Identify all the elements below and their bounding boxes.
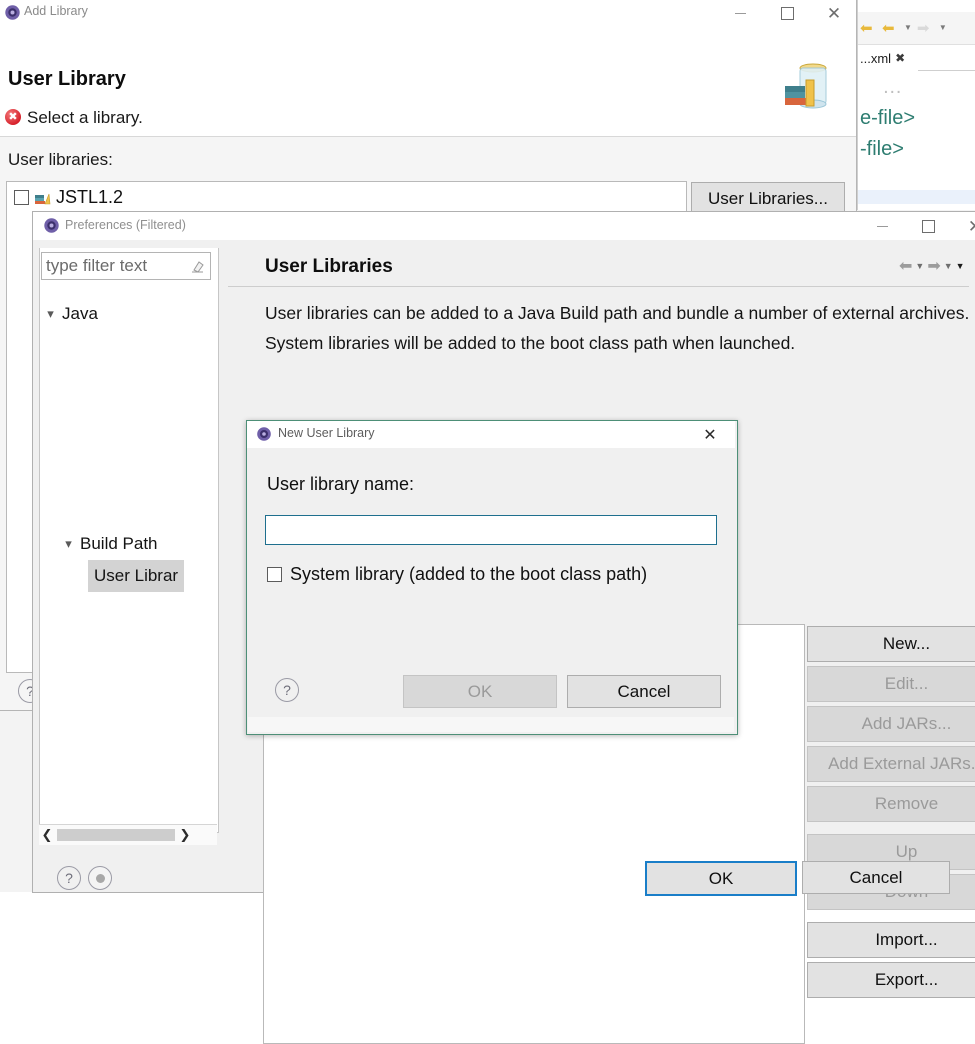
chevron-down-icon[interactable]: ▾ — [63, 536, 74, 552]
list-item-label: JSTL1.2 — [56, 187, 124, 207]
minimize-icon[interactable] — [859, 212, 905, 240]
add-external-jars-button[interactable]: Add External JARs... — [807, 746, 975, 782]
close-icon[interactable]: ✖ — [895, 51, 905, 65]
system-library-checkbox-row[interactable]: System library (added to the boot class … — [267, 564, 647, 585]
search-placeholder: type filter text — [46, 256, 148, 275]
page-title: User Library — [8, 68, 126, 90]
user-library-name-input[interactable] — [265, 515, 717, 545]
cancel-button[interactable]: Cancel — [567, 675, 721, 708]
button-group-divider — [807, 914, 975, 922]
tree-item-build-path[interactable]: ▾ Build Path — [63, 530, 158, 557]
user-libraries-label: User libraries: — [8, 150, 113, 169]
editor-code-line-faint: … — [860, 76, 903, 98]
maximize-icon[interactable] — [905, 212, 951, 240]
tree-item-user-libraries[interactable]: User Librar — [88, 560, 185, 592]
editor-code-line: e-file> — [860, 107, 916, 129]
tree-item-label: User Librar — [94, 565, 179, 585]
user-library-name-label: User library name: — [267, 474, 415, 494]
forward-arrow-icon[interactable]: ➡ — [927, 256, 940, 276]
eclipse-preferences-icon — [44, 218, 59, 233]
user-library-icon — [35, 193, 51, 205]
tree-item-label: Java — [62, 303, 98, 323]
back-arrow-active-icon[interactable]: ⬅ — [882, 20, 899, 37]
add-library-title: Add Library — [24, 4, 88, 18]
preferences-navigation: ⬅ ▼ ➡ ▼ ▼ — [899, 256, 965, 276]
scroll-left-icon[interactable]: ❮ — [39, 827, 55, 843]
editor-tab-xml[interactable]: ...xml ✖ — [858, 46, 905, 70]
checkbox[interactable] — [267, 567, 282, 582]
new-button[interactable]: New... — [807, 626, 975, 662]
tree-item-java[interactable]: ▾ Java — [45, 300, 98, 327]
add-library-titlebar[interactable]: Add Library ✕ — [0, 0, 856, 26]
maximize-icon[interactable] — [764, 0, 810, 26]
minimize-icon[interactable] — [717, 0, 763, 26]
user-libraries-button[interactable]: User Libraries... — [691, 182, 845, 216]
chevron-down-icon[interactable]: ▾ — [45, 306, 56, 322]
import-button[interactable]: Import... — [807, 922, 975, 958]
page-title: User Libraries — [265, 256, 393, 277]
editor-tab-curve — [918, 44, 975, 71]
editor-toolbar: ⬅ ⬅ ▼ ➡ ▼ — [858, 12, 975, 45]
eclipse-wizard-icon — [5, 5, 20, 20]
error-icon: ✖ — [5, 109, 21, 125]
list-item[interactable]: JSTL1.2 — [7, 182, 686, 213]
preferences-title: Preferences (Filtered) — [65, 218, 186, 232]
back-arrow-icon[interactable]: ⬅ — [899, 256, 912, 276]
close-icon[interactable]: ✕ — [695, 424, 725, 446]
export-button[interactable]: Export... — [807, 962, 975, 998]
library-jar-banner-icon — [785, 63, 827, 109]
cancel-button[interactable]: Cancel — [802, 861, 950, 894]
restore-defaults-icon[interactable] — [88, 866, 112, 890]
new-user-library-dialog: New User Library ✕ User library name: Sy… — [246, 420, 738, 735]
tree-horizontal-scrollbar[interactable]: ❮ ❯ — [39, 824, 217, 845]
scrollbar-thumb[interactable] — [57, 829, 175, 841]
search-input[interactable]: type filter text — [41, 252, 211, 280]
editor-source-text: … e-file> -file> — [858, 72, 975, 197]
add-jars-button[interactable]: Add JARs... — [807, 706, 975, 742]
forward-dropdown-icon[interactable]: ▼ — [939, 20, 947, 36]
forward-dropdown-icon[interactable]: ▼ — [944, 261, 953, 271]
back-dropdown-icon[interactable]: ▼ — [915, 261, 924, 271]
editor-code-line: -file> — [860, 138, 904, 160]
status-message: Select a library. — [27, 108, 143, 127]
remove-button[interactable]: Remove — [807, 786, 975, 822]
ok-button[interactable]: OK — [403, 675, 557, 708]
help-icon[interactable]: ? — [275, 678, 299, 702]
scroll-right-icon[interactable]: ❯ — [177, 827, 193, 843]
page-description: User libraries can be added to a Java Bu… — [265, 303, 970, 353]
dialog-footer-strip — [248, 717, 734, 732]
help-icon[interactable]: ? — [57, 866, 81, 890]
button-group-divider — [807, 826, 975, 834]
tree-item-label: Build Path — [80, 533, 158, 553]
back-dropdown-icon[interactable]: ▼ — [904, 20, 912, 36]
view-menu-icon[interactable]: ▼ — [956, 261, 965, 271]
add-library-header: User Library ✖ Select a library. — [0, 26, 856, 137]
back-arrow-icon[interactable]: ⬅ — [860, 20, 877, 37]
editor-separator — [856, 0, 858, 210]
library-action-buttons: New... Edit... Add JARs... Add External … — [807, 626, 975, 1002]
eclipse-preferences-icon — [257, 427, 271, 441]
close-icon[interactable]: ✕ — [952, 212, 975, 240]
eraser-icon[interactable] — [190, 259, 206, 274]
editor-highlight-band — [858, 190, 975, 204]
ok-button[interactable]: OK — [645, 861, 797, 896]
checkbox[interactable] — [14, 190, 29, 205]
system-library-label: System library (added to the boot class … — [290, 564, 648, 584]
close-icon[interactable]: ✕ — [811, 0, 857, 26]
editor-tab-label: ...xml — [860, 50, 892, 66]
forward-arrow-icon[interactable]: ➡ — [917, 20, 934, 37]
edit-button[interactable]: Edit... — [807, 666, 975, 702]
new-user-library-titlebar[interactable]: New User Library ✕ — [247, 421, 735, 448]
preferences-titlebar[interactable]: Preferences (Filtered) ✕ — [33, 212, 975, 240]
new-user-library-title: New User Library — [278, 426, 375, 440]
